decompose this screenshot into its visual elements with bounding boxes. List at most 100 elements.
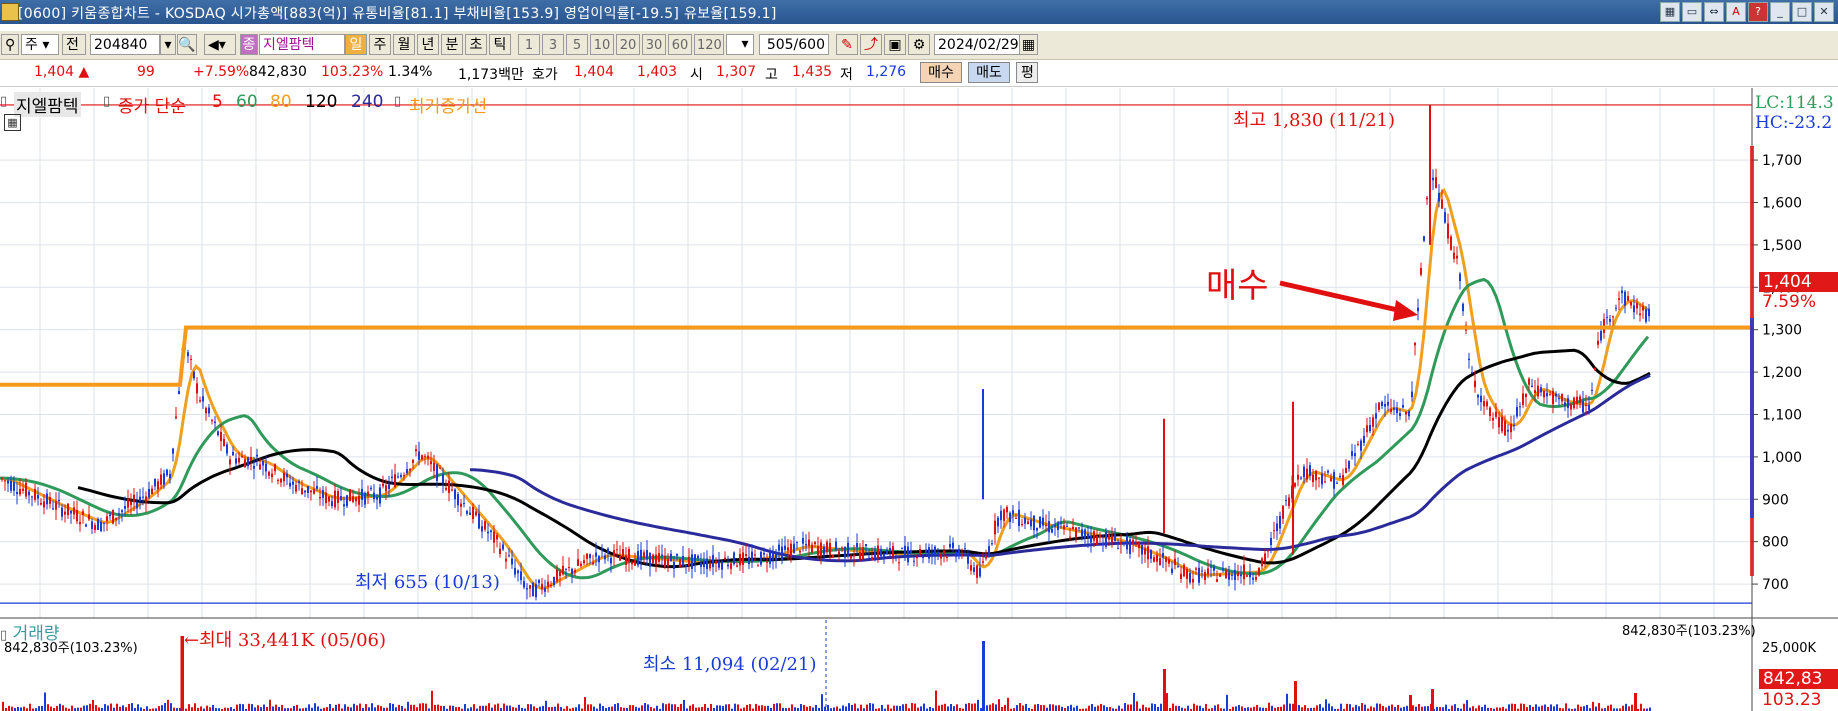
save-icon[interactable]: ▣ <box>884 34 906 55</box>
volume-bar <box>1157 706 1159 711</box>
interval-10[interactable]: 10 <box>590 34 614 55</box>
volume-bar <box>380 706 382 711</box>
window-icon[interactable]: ▭ <box>1682 2 1702 22</box>
candle-body <box>85 524 87 527</box>
volume-bar <box>1424 706 1426 711</box>
volume-pct-label: 103.23 <box>1762 690 1822 710</box>
interval-5[interactable]: 5 <box>566 34 588 55</box>
grid-toggle-icon[interactable]: ▦ <box>4 114 21 131</box>
volume-bar <box>458 706 460 711</box>
candle-body <box>406 469 408 474</box>
tab-day[interactable]: 일 <box>345 34 367 55</box>
candle-body <box>877 545 879 559</box>
tab-month[interactable]: 월 <box>393 34 415 55</box>
tool-icon[interactable]: ✎ <box>836 34 858 55</box>
interval-1[interactable]: 1 <box>518 34 540 55</box>
tab-year[interactable]: 년 <box>417 34 439 55</box>
candle-body <box>934 546 936 555</box>
tab-tick[interactable]: 틱 <box>489 34 511 55</box>
candle-body <box>697 555 699 559</box>
hc-label: HC:-23.2 <box>1755 113 1833 133</box>
volume-bar <box>953 706 955 711</box>
pin-icon[interactable]: ⚲ <box>1 34 19 55</box>
minimize-icon[interactable]: _ <box>1770 2 1790 22</box>
legend-ma240[interactable]: 240 <box>351 92 383 112</box>
candle-body <box>673 562 675 569</box>
price-chart[interactable]: 7008009001,0001,1001,2001,3001,4001,5001… <box>0 88 1838 711</box>
legend-stock-name[interactable]: 지엘팜텍 <box>14 92 81 117</box>
candle-body <box>538 579 540 584</box>
buy-button[interactable]: 매수 <box>920 62 962 83</box>
legend-close-label[interactable]: 종가 단순 <box>118 92 186 117</box>
candle-body <box>364 492 366 505</box>
help-icon[interactable]: ? <box>1748 2 1768 22</box>
layout-icon[interactable]: ▦ <box>1660 2 1680 22</box>
legend-max-volume-line[interactable]: 최거종가선 <box>409 92 487 117</box>
volume-bar <box>737 704 739 711</box>
volume-bar <box>80 707 82 711</box>
volume-bar <box>1076 705 1078 711</box>
volume-bar <box>503 703 505 711</box>
volume-bar <box>1199 705 1201 711</box>
chevron-down-icon[interactable]: ▾ <box>160 34 176 55</box>
candle-body <box>754 554 756 556</box>
legend-ma5[interactable]: 5 <box>212 92 223 112</box>
volume-bar <box>1154 703 1156 711</box>
stock-group-icon[interactable]: 종 <box>240 34 258 55</box>
volume-bar <box>1622 705 1624 711</box>
tab-second[interactable]: 초 <box>465 34 487 55</box>
interval-120[interactable]: 120 <box>694 34 724 55</box>
chevron-down-icon[interactable]: ▾ <box>736 34 754 55</box>
tab-week[interactable]: 주 <box>369 34 391 55</box>
candle-body <box>1366 425 1368 433</box>
candle-body <box>1126 536 1128 550</box>
stock-name[interactable]: 지엘팜텍 <box>259 34 345 55</box>
candle-body <box>718 561 720 568</box>
legend-handle-icon: ▯ <box>103 94 111 109</box>
volume-bar <box>1106 707 1108 711</box>
tab-minute[interactable]: 분 <box>441 34 463 55</box>
text-icon[interactable]: A <box>1726 2 1746 22</box>
candle-body <box>493 531 495 543</box>
code-input[interactable]: 204840 <box>90 34 160 55</box>
candle-body <box>520 571 522 581</box>
legend-ma60[interactable]: 60 <box>236 92 258 112</box>
candle-body <box>1279 516 1281 529</box>
candle-body <box>145 496 147 502</box>
prev-button[interactable]: 전 <box>62 34 86 55</box>
volume-bar <box>992 703 994 711</box>
candle-body <box>565 568 567 570</box>
volume-bar <box>254 707 256 711</box>
legend-ma80[interactable]: 80 <box>270 92 292 112</box>
candle-body <box>1576 396 1578 405</box>
volume-bar <box>761 705 763 711</box>
interval-60[interactable]: 60 <box>668 34 692 55</box>
close-icon[interactable]: ✕ <box>1814 2 1834 22</box>
candle-body <box>712 555 714 568</box>
candle-body <box>1360 440 1362 451</box>
indicator-icon[interactable]: ⤴ <box>860 34 882 55</box>
gear-icon[interactable]: ⚙ <box>908 34 930 55</box>
volume-bar <box>1577 704 1579 711</box>
candle-body <box>514 568 516 575</box>
eval-button[interactable]: 평 <box>1016 62 1038 83</box>
count-input[interactable]: 505/600 <box>759 34 829 55</box>
link-icon[interactable]: ⇔ <box>1704 2 1724 22</box>
search-icon[interactable]: 🔍 <box>177 34 197 55</box>
interval-30[interactable]: 30 <box>642 34 666 55</box>
calendar-icon[interactable]: ▦ <box>1019 34 1038 55</box>
volume-bar <box>998 699 1000 711</box>
volume-bar <box>62 705 64 711</box>
candle-body <box>1228 572 1230 580</box>
interval-20[interactable]: 20 <box>616 34 640 55</box>
market-select[interactable]: 주 ▾ <box>21 34 59 55</box>
sell-button[interactable]: 매도 <box>968 62 1010 83</box>
candle-body <box>244 459 246 468</box>
speaker-icon[interactable]: ◀▾ <box>204 34 236 55</box>
candle-body <box>1501 416 1503 432</box>
maximize-icon[interactable]: □ <box>1792 2 1812 22</box>
candle-body <box>1642 306 1644 311</box>
interval-3[interactable]: 3 <box>542 34 564 55</box>
legend-ma120[interactable]: 120 <box>305 92 337 112</box>
volume-bar <box>1418 704 1420 711</box>
